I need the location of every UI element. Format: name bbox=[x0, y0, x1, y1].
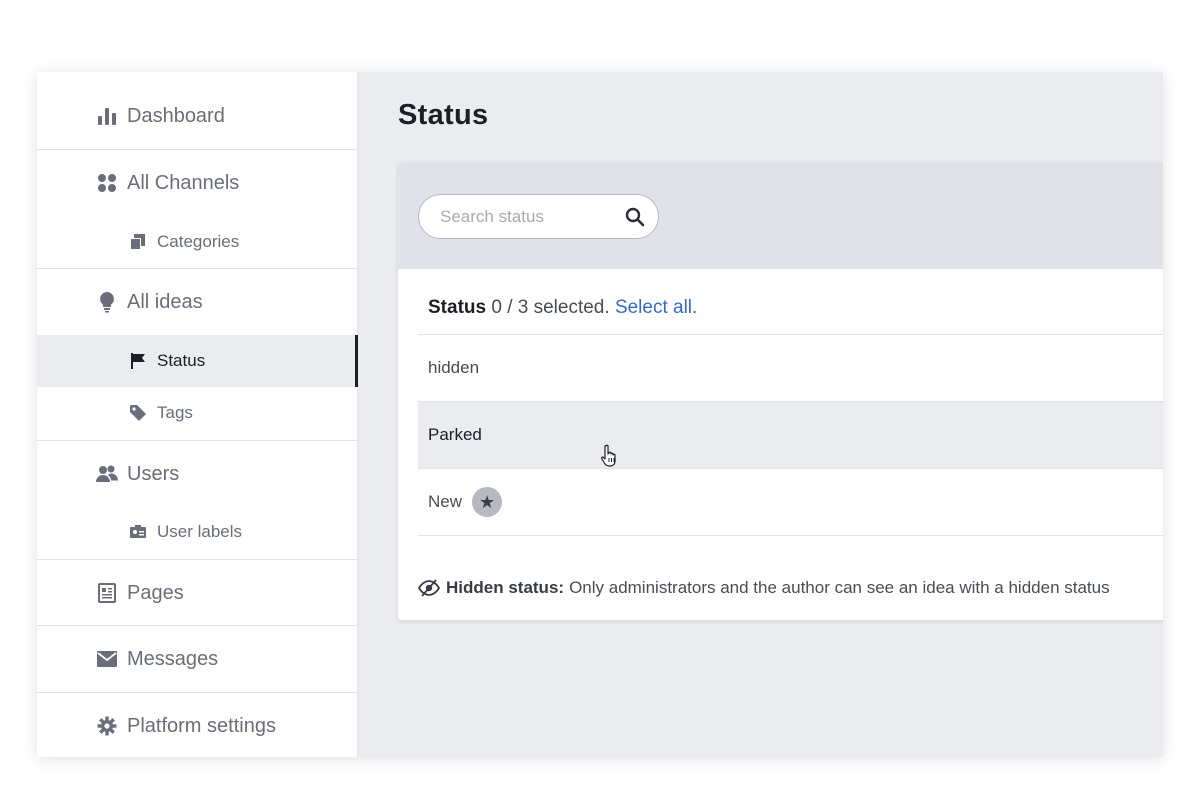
gear-icon bbox=[96, 715, 118, 737]
divider bbox=[37, 268, 358, 269]
main-content: Status Status 0 / 3 selected. Select all… bbox=[358, 72, 1163, 757]
tag-icon bbox=[128, 403, 148, 423]
copy-icon bbox=[128, 232, 148, 252]
sidebar-item-label: Status bbox=[157, 351, 206, 370]
status-card: Status 0 / 3 selected. Select all. hidde… bbox=[398, 163, 1163, 620]
channels-dots-icon bbox=[96, 172, 118, 194]
sidebar-item-pages[interactable]: Pages bbox=[37, 571, 358, 615]
sidebar-item-tags[interactable]: Tags bbox=[37, 395, 358, 431]
app-window: Dashboard All Channels Categories All id… bbox=[37, 72, 1163, 757]
sidebar-item-categories[interactable]: Categories bbox=[37, 224, 358, 260]
card-header bbox=[398, 163, 1163, 269]
sidebar-item-label: Messages bbox=[127, 647, 219, 670]
flag-icon bbox=[128, 351, 148, 371]
search-input[interactable] bbox=[440, 206, 620, 227]
footnote-text: Only administrators and the author can s… bbox=[569, 578, 1110, 597]
sidebar-item-all-channels[interactable]: All Channels bbox=[37, 161, 358, 205]
envelope-icon bbox=[96, 648, 118, 670]
sidebar-item-platform-settings[interactable]: Platform settings bbox=[37, 704, 358, 748]
row-label: Parked bbox=[428, 425, 482, 444]
sidebar-item-label: All Channels bbox=[127, 171, 240, 194]
sidebar-item-dashboard[interactable]: Dashboard bbox=[37, 94, 358, 138]
divider bbox=[37, 149, 358, 150]
page-title: Status bbox=[398, 99, 489, 131]
star-icon: ★ bbox=[472, 487, 503, 517]
sidebar-item-all-ideas[interactable]: All ideas bbox=[37, 280, 358, 324]
lightbulb-icon bbox=[96, 291, 118, 313]
sidebar-item-label: Dashboard bbox=[127, 104, 225, 127]
document-icon bbox=[96, 582, 118, 604]
search-icon[interactable] bbox=[625, 207, 645, 227]
selection-label: Status bbox=[428, 297, 487, 318]
sidebar-item-status[interactable]: Status bbox=[37, 335, 358, 387]
sidebar-item-users[interactable]: Users bbox=[37, 452, 358, 496]
table-row[interactable]: Parked bbox=[418, 401, 1163, 468]
bar-chart-icon bbox=[96, 105, 118, 127]
selection-count: 0 / 3 selected. bbox=[491, 297, 610, 318]
divider bbox=[418, 535, 1163, 536]
row-label: hidden bbox=[428, 358, 480, 377]
sidebar-item-label: Pages bbox=[127, 581, 184, 604]
divider bbox=[37, 692, 358, 693]
sidebar-item-label: Platform settings bbox=[127, 714, 276, 737]
table-row[interactable]: hidden bbox=[418, 334, 1163, 401]
sidebar-item-label: Tags bbox=[157, 403, 193, 422]
selection-summary: Status 0 / 3 selected. Select all. bbox=[428, 297, 697, 319]
users-icon bbox=[96, 463, 118, 485]
divider bbox=[37, 440, 358, 441]
hidden-status-note: Hidden status: Only administrators and t… bbox=[417, 578, 1110, 598]
sidebar-item-label: Users bbox=[127, 462, 180, 485]
eye-slash-icon bbox=[417, 579, 441, 597]
footnote-label: Hidden status: bbox=[446, 578, 565, 597]
sidebar-item-label: User labels bbox=[157, 522, 243, 541]
sidebar: Dashboard All Channels Categories All id… bbox=[37, 72, 358, 757]
divider bbox=[37, 625, 358, 626]
select-all-link[interactable]: Select all. bbox=[615, 297, 697, 318]
divider bbox=[37, 559, 358, 560]
sidebar-item-label: All ideas bbox=[127, 290, 203, 313]
sidebar-item-messages[interactable]: Messages bbox=[37, 637, 358, 681]
id-card-icon bbox=[128, 522, 148, 542]
row-label: New bbox=[428, 492, 463, 511]
sidebar-item-user-labels[interactable]: User labels bbox=[37, 514, 358, 550]
sidebar-item-label: Categories bbox=[157, 232, 240, 251]
table-row[interactable]: New ★ bbox=[418, 468, 1163, 535]
search-box bbox=[418, 194, 659, 239]
